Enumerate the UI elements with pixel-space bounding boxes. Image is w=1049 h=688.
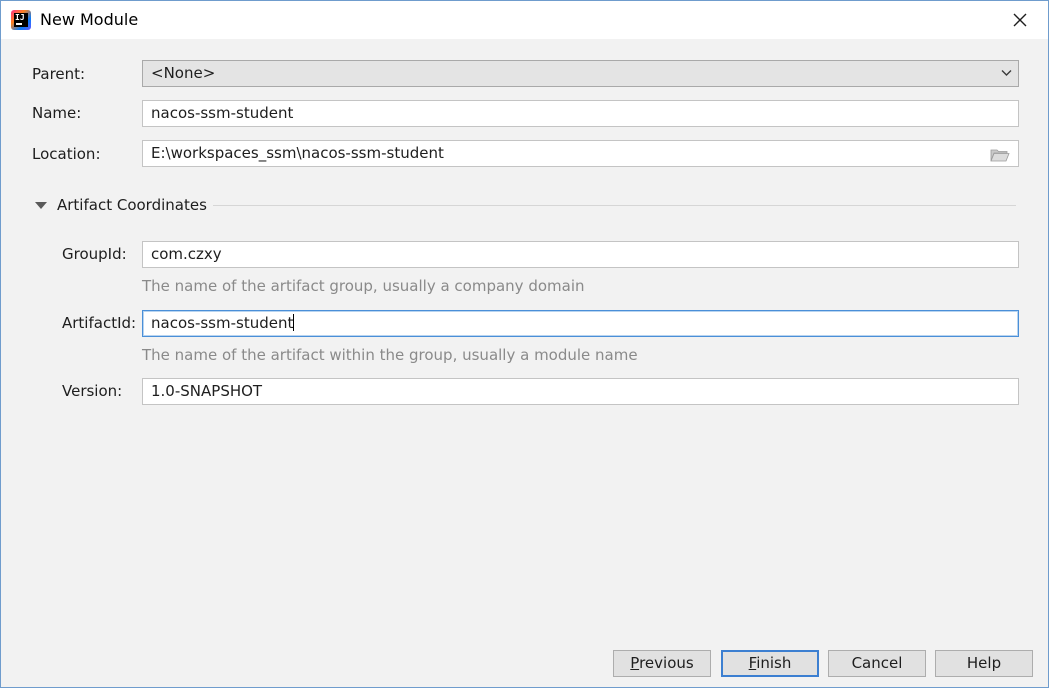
title-bar: IJ New Module: [1, 1, 1048, 39]
artifact-id-label: ArtifactId:: [62, 314, 137, 332]
close-button[interactable]: [1005, 5, 1035, 35]
finish-button[interactable]: Finish: [721, 650, 819, 677]
finish-label-rest: inish: [756, 654, 792, 672]
parent-select[interactable]: <None>: [142, 60, 1019, 87]
location-input[interactable]: E:\workspaces_ssm\nacos-ssm-student: [142, 140, 1019, 167]
artifact-id-input-value: nacos-ssm-student: [151, 314, 294, 332]
previous-label-rest: revious: [639, 654, 694, 672]
folder-icon[interactable]: [990, 148, 1010, 162]
window-title: New Module: [40, 10, 139, 29]
location-label: Location:: [32, 145, 101, 163]
parent-select-value: <None>: [151, 64, 216, 82]
group-id-label: GroupId:: [62, 245, 127, 263]
artifact-coordinates-title: Artifact Coordinates: [57, 196, 207, 214]
artifact-id-input[interactable]: nacos-ssm-student: [142, 310, 1019, 337]
parent-label: Parent:: [32, 65, 86, 83]
location-input-value: E:\workspaces_ssm\nacos-ssm-student: [151, 144, 444, 162]
group-id-hint: The name of the artifact group, usually …: [142, 277, 585, 295]
name-label: Name:: [32, 104, 82, 122]
previous-mnemonic: P: [630, 654, 640, 672]
artifact-coordinates-toggle[interactable]: Artifact Coordinates: [35, 196, 207, 214]
new-module-dialog: IJ New Module Parent: <None> Name: nacos…: [0, 0, 1049, 688]
collapse-triangle-icon: [35, 201, 47, 209]
version-input[interactable]: 1.0-SNAPSHOT: [142, 378, 1019, 405]
artifact-id-hint: The name of the artifact within the grou…: [142, 346, 638, 364]
close-icon: [1013, 13, 1027, 27]
section-divider: [213, 205, 1016, 206]
previous-button[interactable]: Previous: [613, 650, 711, 677]
cancel-button[interactable]: Cancel: [828, 650, 926, 677]
version-label: Version:: [62, 382, 123, 400]
name-input[interactable]: nacos-ssm-student: [142, 100, 1019, 127]
group-id-input[interactable]: com.czxy: [142, 241, 1019, 268]
text-caret: [293, 314, 295, 331]
intellij-idea-icon: IJ: [11, 10, 31, 30]
help-button[interactable]: Help: [935, 650, 1033, 677]
chevron-down-icon: [1001, 70, 1012, 76]
